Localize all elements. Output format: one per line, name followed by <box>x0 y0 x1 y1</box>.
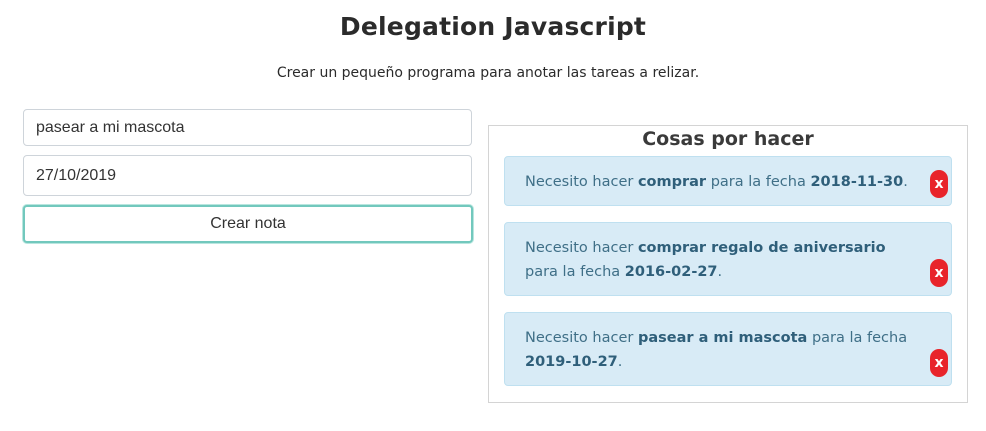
notes-panel: Cosas por hacer Necesito hacer comprar p… <box>488 125 968 403</box>
page-title: Delegation Javascript <box>339 12 647 41</box>
note-item: Necesito hacer comprar para la fecha 201… <box>504 156 952 206</box>
note-prefix: Necesito hacer <box>525 330 634 346</box>
date-input[interactable]: 27/10/2019 <box>23 155 472 196</box>
page-subtitle: Crear un pequeño programa para anotar la… <box>276 65 700 81</box>
task-input[interactable]: pasear a mi mascota <box>23 109 472 146</box>
note-date: 2016-02-27 <box>624 264 718 280</box>
note-middle: para la fecha <box>811 330 908 346</box>
note-task: comprar regalo de aniversario <box>637 240 886 256</box>
note-prefix: Necesito hacer <box>525 240 634 256</box>
note-task: pasear a mi mascota <box>637 330 808 346</box>
note-date: 2018-11-30 <box>810 174 904 190</box>
delete-note-button[interactable]: x <box>930 349 948 377</box>
note-middle: para la fecha <box>525 264 621 280</box>
note-date: 2019-10-27 <box>525 354 618 370</box>
notes-title: Cosas por hacer <box>642 128 814 150</box>
note-item: Necesito hacer comprar regalo de anivers… <box>504 222 952 296</box>
note-end: . <box>903 174 908 190</box>
delete-note-button[interactable]: x <box>930 259 948 287</box>
note-prefix: Necesito hacer <box>525 174 634 190</box>
create-note-button[interactable]: Crear nota <box>23 205 473 243</box>
note-end: . <box>617 354 623 370</box>
note-task: comprar <box>637 174 707 190</box>
note-middle: para la fecha <box>710 174 806 190</box>
note-item: Necesito hacer pasear a mi mascota para … <box>504 312 952 386</box>
note-end: . <box>717 264 723 280</box>
delete-note-button[interactable]: x <box>930 170 948 198</box>
